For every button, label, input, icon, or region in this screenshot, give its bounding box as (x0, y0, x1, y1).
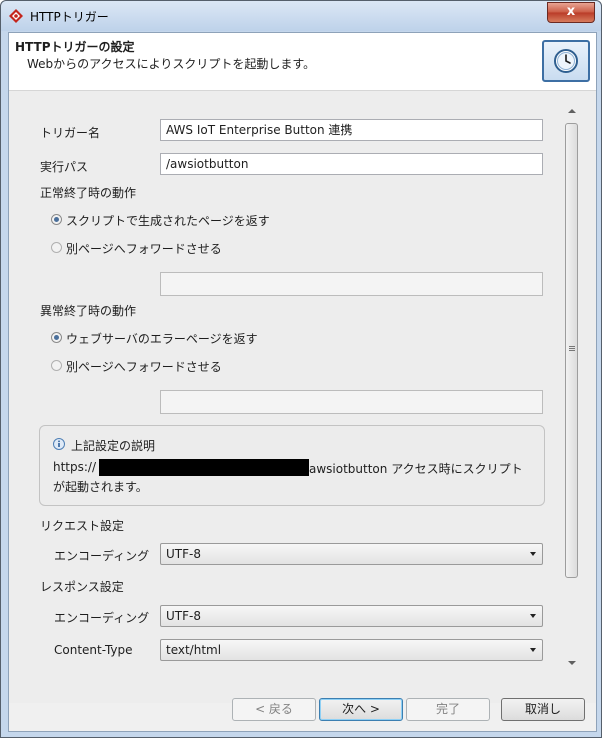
response-section-label: レスポンス設定 (40, 580, 124, 594)
exec-path-label: 実行パス (40, 160, 89, 174)
info-url-suffix: awsiotbutton アクセス時にスクリプト (309, 462, 523, 476)
trigger-name-label: トリガー名 (40, 126, 101, 140)
info-icon (53, 438, 65, 450)
grip-icon (569, 346, 575, 347)
info-box: 上記設定の説明 https:// awsiotbutton アクセス時にスクリプ… (39, 425, 545, 506)
response-encoding-value: UTF-8 (166, 609, 201, 623)
dialog-window: HTTPトリガー x HTTPトリガーの設定 Webからのアクセスによりスクリプ… (0, 0, 602, 738)
window-title: HTTPトリガー (30, 10, 109, 24)
info-line2: が起動されます。 (53, 480, 148, 494)
redacted-block (99, 459, 309, 476)
next-button[interactable]: 次へ > (319, 698, 403, 721)
dialog-client: HTTPトリガーの設定 Webからのアクセスによりスクリプトを起動します。 トリ… (8, 32, 597, 732)
request-section-label: リクエスト設定 (40, 519, 125, 533)
content-type-select[interactable]: text/html (160, 639, 543, 661)
wizard-header: HTTPトリガーの設定 Webからのアクセスによりスクリプトを起動します。 (9, 33, 596, 91)
cancel-button[interactable]: 取消し (501, 698, 585, 721)
success-forward-input[interactable] (160, 272, 543, 296)
content-type-value: text/html (166, 643, 222, 657)
response-encoding-label: エンコーディング (54, 611, 150, 625)
info-title: 上記設定の説明 (71, 439, 156, 453)
page-title: HTTPトリガーの設定 (15, 40, 135, 54)
error-option-forward[interactable]: 別ページへフォワードさせる (66, 358, 222, 375)
close-button[interactable]: x (547, 2, 595, 23)
scrollbar-thumb[interactable] (565, 123, 578, 578)
error-option-error-page[interactable]: ウェブサーバのエラーページを返す (66, 330, 258, 347)
error-radio-forward[interactable] (51, 360, 62, 371)
title-bar[interactable]: HTTPトリガー x (1, 1, 601, 31)
scroll-down-arrow-icon[interactable] (568, 661, 576, 665)
settings-panel: トリガー名 AWS IoT Enterprise Button 連携 実行パス … (9, 91, 596, 703)
request-encoding-select[interactable]: UTF-8 (160, 543, 543, 565)
chevron-down-icon (530, 552, 536, 556)
success-radio-forward[interactable] (51, 242, 62, 253)
exec-path-input[interactable]: /awsiotbutton (160, 153, 543, 175)
back-button[interactable]: < 戻る (232, 698, 316, 721)
close-icon: x (566, 4, 576, 19)
trigger-name-input[interactable]: AWS IoT Enterprise Button 連携 (160, 119, 543, 141)
vertical-scrollbar[interactable] (564, 103, 581, 671)
chevron-down-icon (530, 614, 536, 618)
finish-button[interactable]: 完了 (406, 698, 490, 721)
request-encoding-label: エンコーディング (54, 549, 150, 563)
error-radio-error-page[interactable] (51, 332, 62, 343)
request-encoding-value: UTF-8 (166, 547, 201, 561)
clock-icon (554, 49, 578, 73)
content-type-label: Content-Type (54, 643, 133, 657)
scroll-up-arrow-icon[interactable] (568, 109, 576, 113)
header-icon-frame (542, 40, 590, 82)
error-action-label: 異常終了時の動作 (40, 304, 137, 318)
app-logo-icon (9, 9, 23, 23)
chevron-down-icon (530, 648, 536, 652)
page-subtitle: Webからのアクセスによりスクリプトを起動します。 (27, 57, 316, 71)
error-forward-input[interactable] (160, 390, 543, 414)
success-option-generated-page[interactable]: スクリプトで生成されたページを返す (66, 212, 270, 229)
response-encoding-select[interactable]: UTF-8 (160, 605, 543, 627)
success-radio-generated-page[interactable] (51, 214, 62, 225)
success-action-label: 正常終了時の動作 (40, 186, 137, 200)
info-url-prefix: https:// (53, 460, 97, 474)
success-option-forward[interactable]: 別ページへフォワードさせる (66, 240, 222, 257)
